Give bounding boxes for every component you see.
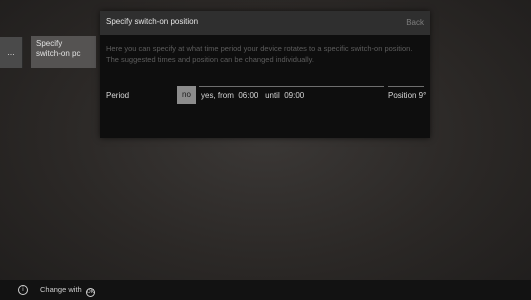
dialog-header: Specify switch-on position Back <box>100 11 430 35</box>
footer-hint-bar: i Change with OK <box>0 280 531 300</box>
footer-hint: Change with OK <box>40 285 95 297</box>
footer-hint-text: Change with <box>40 285 82 294</box>
position-option[interactable]: Position 9° <box>388 86 426 104</box>
ok-button-icon: OK <box>85 288 95 297</box>
from-time-value[interactable]: 06:00 <box>238 91 258 100</box>
yes-from-label: yes, from <box>201 91 234 100</box>
menu-ellipsis[interactable]: ... <box>0 37 23 68</box>
switch-on-position-dialog: Specify switch-on position Back Here you… <box>100 11 430 138</box>
menu-item-label-line2: switch-on pc <box>36 49 81 58</box>
period-label: Period <box>106 91 130 100</box>
dialog-description: Here you can specify at what time period… <box>106 44 413 64</box>
dialog-title: Specify switch-on position <box>106 17 199 26</box>
menu-item-label-line1: Specify <box>36 39 63 48</box>
until-time-value[interactable]: 09:00 <box>284 91 304 100</box>
menu-item-specify-switch-on-position[interactable]: Specify switch-on pc <box>31 36 96 68</box>
period-option-yes[interactable]: yes, from 06:00 until 09:00 <box>199 86 384 104</box>
period-option-no[interactable]: no <box>177 86 196 104</box>
until-label: until <box>265 91 280 100</box>
info-icon: i <box>18 285 28 295</box>
back-button[interactable]: Back <box>406 18 424 27</box>
